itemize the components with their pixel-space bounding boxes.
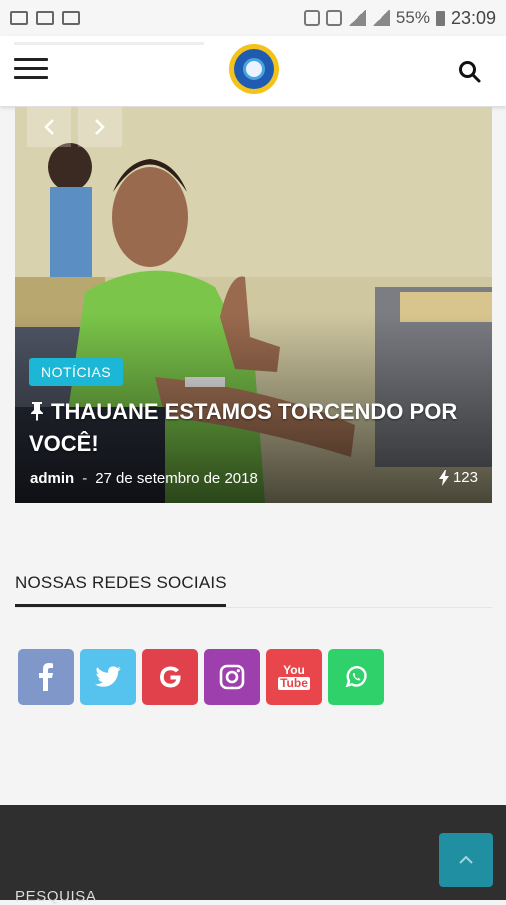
logo-emblem [234, 49, 274, 89]
bolt-icon [438, 469, 449, 486]
chevron-up-icon [459, 855, 473, 864]
site-header [0, 36, 506, 106]
post-title[interactable]: THAUANE ESTAMOS TORCENDO POR VOCÊ! [29, 396, 469, 460]
post-author[interactable]: admin [30, 470, 74, 487]
clock: 23:09 [450, 7, 496, 28]
instagram-button[interactable] [204, 649, 260, 705]
battery-icon [435, 10, 445, 26]
notification-icons [10, 11, 80, 25]
logo-core [243, 58, 265, 80]
post-meta: admin - 27 de setembro de 2018 [30, 470, 258, 487]
nfc-icon [325, 10, 342, 26]
twitter-icon [95, 666, 121, 687]
youtube-icon: You Tube [278, 664, 310, 690]
system-icons: 55% 23:09 [303, 7, 496, 29]
back-to-top-button[interactable] [439, 833, 493, 887]
header-divider [14, 42, 204, 45]
meta-separator: - [82, 470, 88, 487]
site-footer: PESQUISA [0, 805, 506, 905]
chevron-left-icon [44, 119, 54, 135]
facebook-button[interactable] [18, 649, 74, 705]
youtube-label-bottom: Tube [278, 676, 310, 690]
image-notification-icon [36, 11, 54, 25]
image-notification-icon [10, 11, 28, 25]
social-section-title: NOSSAS REDES SOCIAIS [15, 573, 227, 592]
post-title-text: THAUANE ESTAMOS TORCENDO POR VOCÊ! [29, 399, 458, 456]
mail-notification-icon [62, 11, 80, 25]
search-icon[interactable] [458, 60, 482, 84]
hamburger-icon[interactable] [14, 58, 48, 80]
slider-prev-button[interactable] [27, 107, 71, 147]
instagram-icon [219, 664, 245, 690]
signal-icon [347, 10, 366, 26]
slider-next-button[interactable] [78, 107, 122, 147]
youtube-button[interactable]: You Tube [266, 649, 322, 705]
post-date: 27 de setembro de 2018 [95, 470, 258, 487]
section-title-underline [15, 604, 226, 607]
whatsapp-icon [345, 665, 367, 688]
social-buttons: You Tube [18, 649, 384, 705]
site-logo[interactable] [229, 44, 279, 94]
featured-post-slider[interactable]: NOTÍCIAS THAUANE ESTAMOS TORCENDO POR VO… [15, 107, 492, 503]
status-bar: 55% 23:09 [0, 0, 506, 36]
category-badge[interactable]: NOTÍCIAS [29, 358, 124, 386]
google-icon [160, 666, 181, 688]
whatsapp-button[interactable] [328, 649, 384, 705]
signal-icon [371, 10, 390, 26]
facebook-icon [39, 663, 53, 691]
battery-percent: 55% [395, 8, 430, 27]
views-count: 123 [452, 469, 478, 486]
footer-search-title: PESQUISA [15, 888, 97, 905]
chevron-right-icon [95, 119, 105, 135]
google-button[interactable] [142, 649, 198, 705]
wifi-icon [303, 10, 320, 26]
twitter-button[interactable] [80, 649, 136, 705]
section-divider [15, 607, 492, 608]
post-views: 123 [438, 469, 478, 486]
pin-icon [31, 402, 43, 421]
